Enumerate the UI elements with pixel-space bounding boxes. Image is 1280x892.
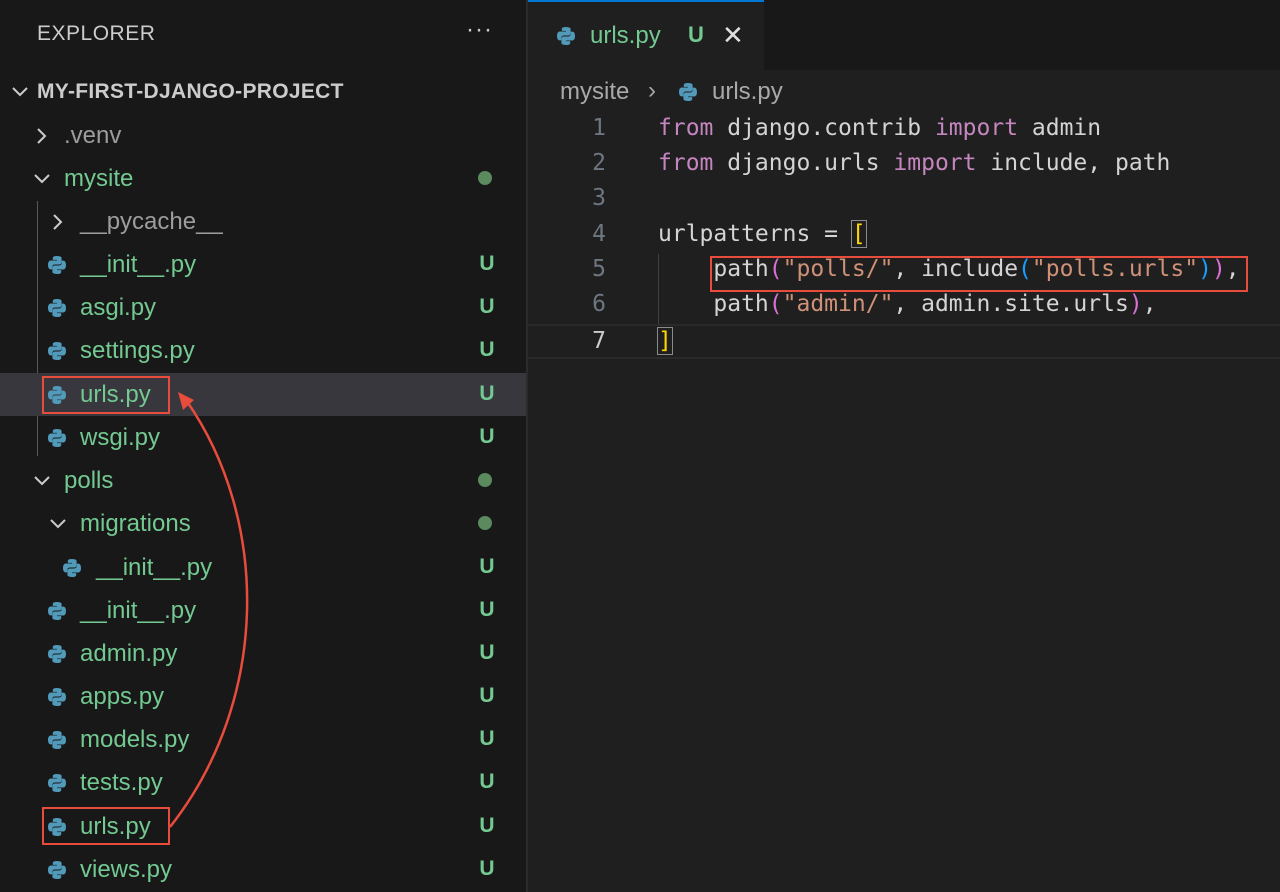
breadcrumb-folder[interactable]: mysite [560, 78, 629, 106]
python-file-icon [678, 82, 698, 102]
explorer-sidebar: EXPLORER ··· MY-FIRST-DJANGO-PROJECT .ve… [0, 0, 526, 892]
line-number: 6 [592, 291, 606, 317]
tab-untracked-status: U [688, 22, 704, 47]
code-text: path("polls/", include("polls.urls")), [713, 256, 1240, 282]
tab-label: urls.py [590, 22, 661, 49]
code-line-6[interactable]: 6 path("admin/", admin.site.urls), [528, 289, 1280, 324]
code-line-5[interactable]: 5 path("polls/", include("polls.urls")), [528, 254, 1280, 289]
line-number: 1 [592, 115, 606, 141]
tab-urls-py[interactable]: urls.py U ✕ [528, 0, 764, 70]
code-text: from django.contrib import admin [658, 115, 1102, 141]
line-number: 7 [592, 328, 606, 354]
code-line-2[interactable]: 2 from django.urls import include, path [528, 148, 1280, 183]
breadcrumb-file[interactable]: urls.py [712, 78, 783, 106]
tab-bar: urls.py U ✕ [528, 0, 1280, 70]
line-number: 4 [592, 221, 606, 247]
code-line-1[interactable]: 1 from django.contrib import admin [528, 113, 1280, 148]
code-text: ] [657, 327, 673, 355]
code-editor: urls.py U ✕ mysite › urls.py 1 from djan… [528, 0, 1280, 892]
code-line-4[interactable]: 4 urlpatterns = [ [528, 219, 1280, 254]
code-line-7[interactable]: 7 ] [528, 324, 1280, 359]
code-text: path("admin/", admin.site.urls), [713, 291, 1157, 317]
annotation-arrow [169, 392, 249, 828]
line-number: 3 [592, 185, 606, 211]
chevron-right-icon: › [648, 77, 656, 104]
code-line-3[interactable]: 3 [528, 183, 1280, 218]
line-number: 5 [592, 256, 606, 282]
code-text: from django.urls import include, path [658, 150, 1171, 176]
code-text: urlpatterns = [ [658, 220, 867, 248]
line-number: 2 [592, 150, 606, 176]
python-file-icon [556, 26, 576, 46]
close-icon[interactable]: ✕ [722, 20, 744, 51]
